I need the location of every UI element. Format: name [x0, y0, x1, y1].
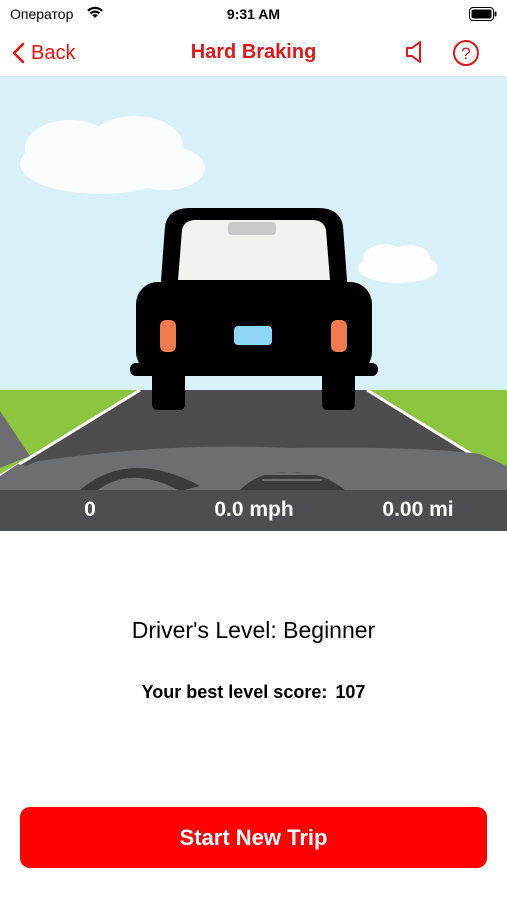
- sound-button[interactable]: [404, 39, 428, 70]
- start-new-trip-button[interactable]: Start New Trip: [20, 807, 487, 868]
- event-count-readout: 0: [84, 498, 96, 521]
- status-bar: Оператор 9:31 AM: [0, 0, 507, 28]
- driver-level-text: Driver's Level: Beginner: [131, 617, 376, 643]
- clock: 9:31 AM: [226, 6, 281, 22]
- page-title: Hard Braking: [190, 41, 317, 63]
- svg-text:?: ?: [461, 44, 470, 63]
- driving-scene: [0, 76, 507, 531]
- question-circle-icon: ?: [453, 40, 479, 66]
- start-new-trip-label: Start New Trip: [179, 824, 328, 850]
- speaker-icon: [406, 41, 421, 63]
- distance-readout: 0.00 mi: [382, 498, 454, 521]
- help-button[interactable]: ?: [452, 39, 480, 72]
- best-score-line: Your best level score: 107: [0, 682, 507, 703]
- speed-readout: 0.0 mph: [214, 498, 294, 521]
- best-score-label: Your best level score:: [141, 682, 328, 702]
- best-score-value: 107: [335, 682, 366, 702]
- battery-icon: [469, 7, 497, 26]
- navigation-bar: Back Hard Braking ?: [0, 28, 507, 76]
